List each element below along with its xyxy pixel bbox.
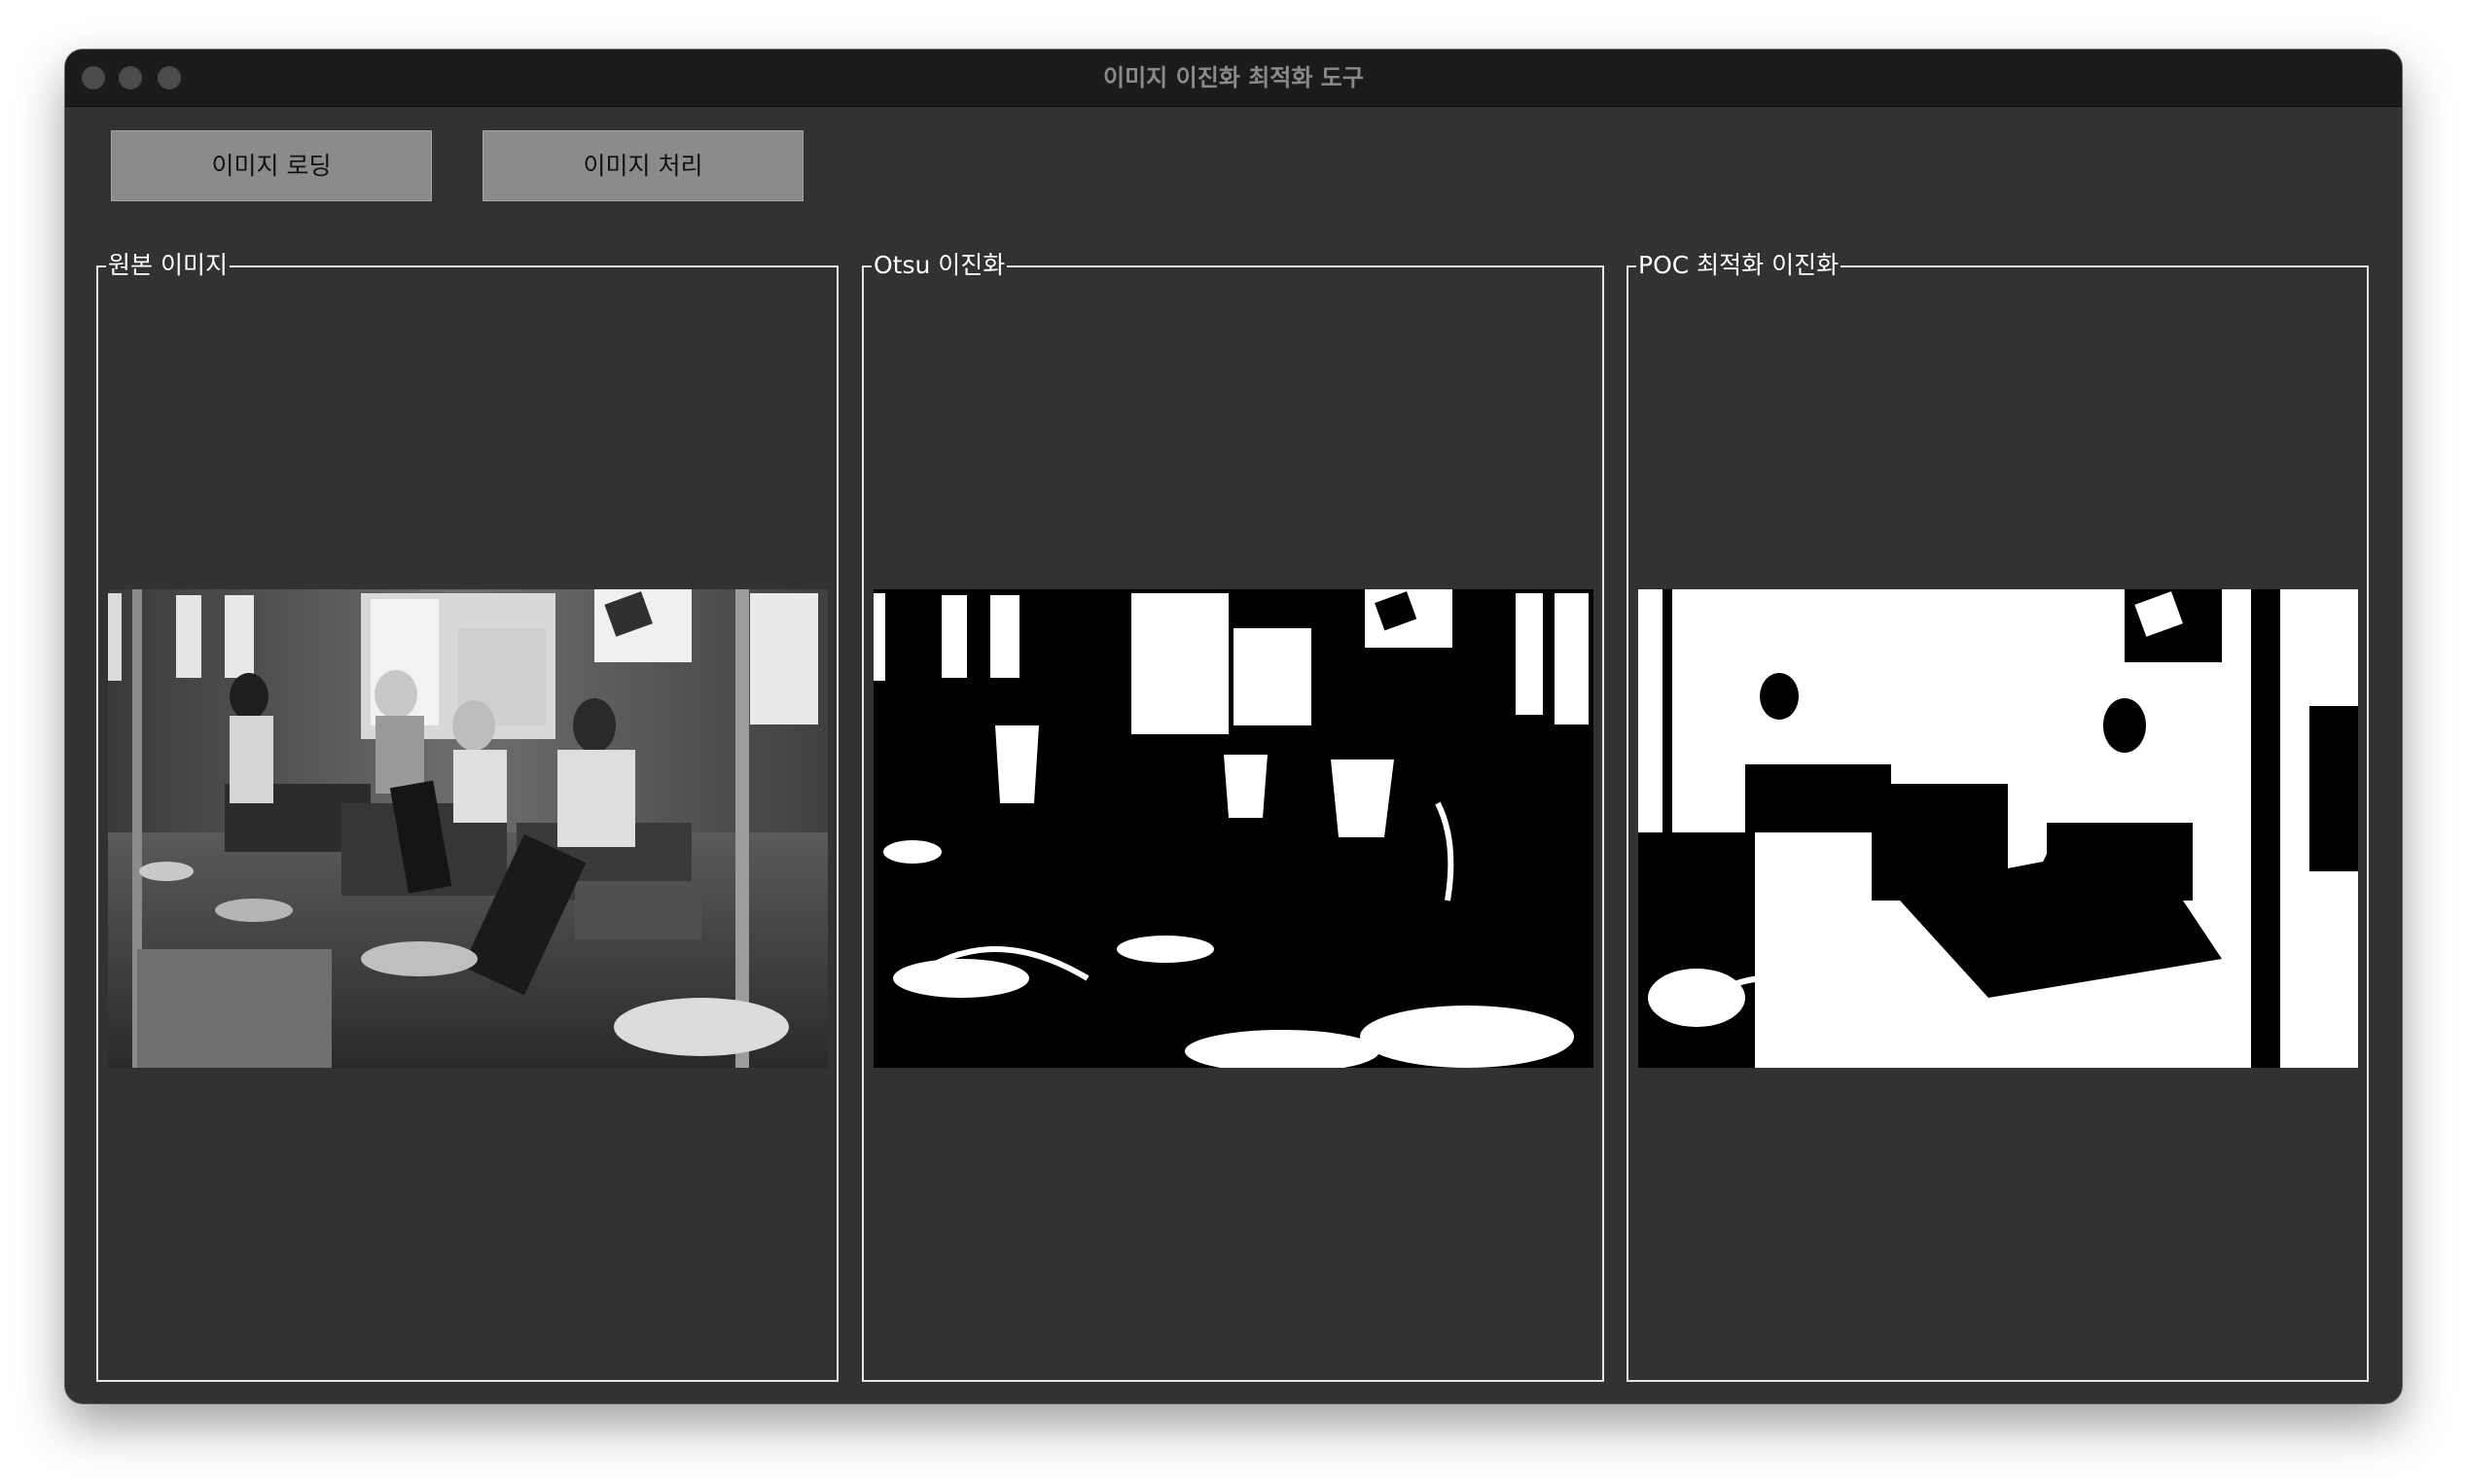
original-image-panel: 원본 이미지 — [96, 250, 839, 1382]
title-bar[interactable]: 이미지 이진화 최적화 도구 — [65, 50, 2402, 107]
subway-photo-grayscale — [108, 589, 828, 1068]
otsu-binary-view — [874, 589, 1593, 1068]
poc-binary-panel: POC 최적화 이진화 — [1627, 250, 2369, 1382]
subway-photo-otsu-binary — [874, 589, 1593, 1068]
window-title: 이미지 이진화 최적화 도구 — [1103, 64, 1364, 91]
otsu-binary-panel: Otsu 이진화 — [862, 250, 1604, 1382]
app-window: 이미지 이진화 최적화 도구 이미지 로딩 이미지 처리 원본 이미지 Otsu… — [65, 50, 2402, 1403]
poc-binary-view — [1638, 589, 2358, 1068]
original-image-label: 원본 이미지 — [106, 250, 230, 281]
otsu-binary-label: Otsu 이진화 — [872, 250, 1008, 281]
poc-binary-label: POC 최적화 이진화 — [1636, 250, 1841, 281]
process-image-button[interactable]: 이미지 처리 — [483, 130, 804, 201]
subway-photo-poc-binary — [1638, 589, 2358, 1068]
load-image-button[interactable]: 이미지 로딩 — [111, 130, 432, 201]
original-image-view — [108, 589, 828, 1068]
